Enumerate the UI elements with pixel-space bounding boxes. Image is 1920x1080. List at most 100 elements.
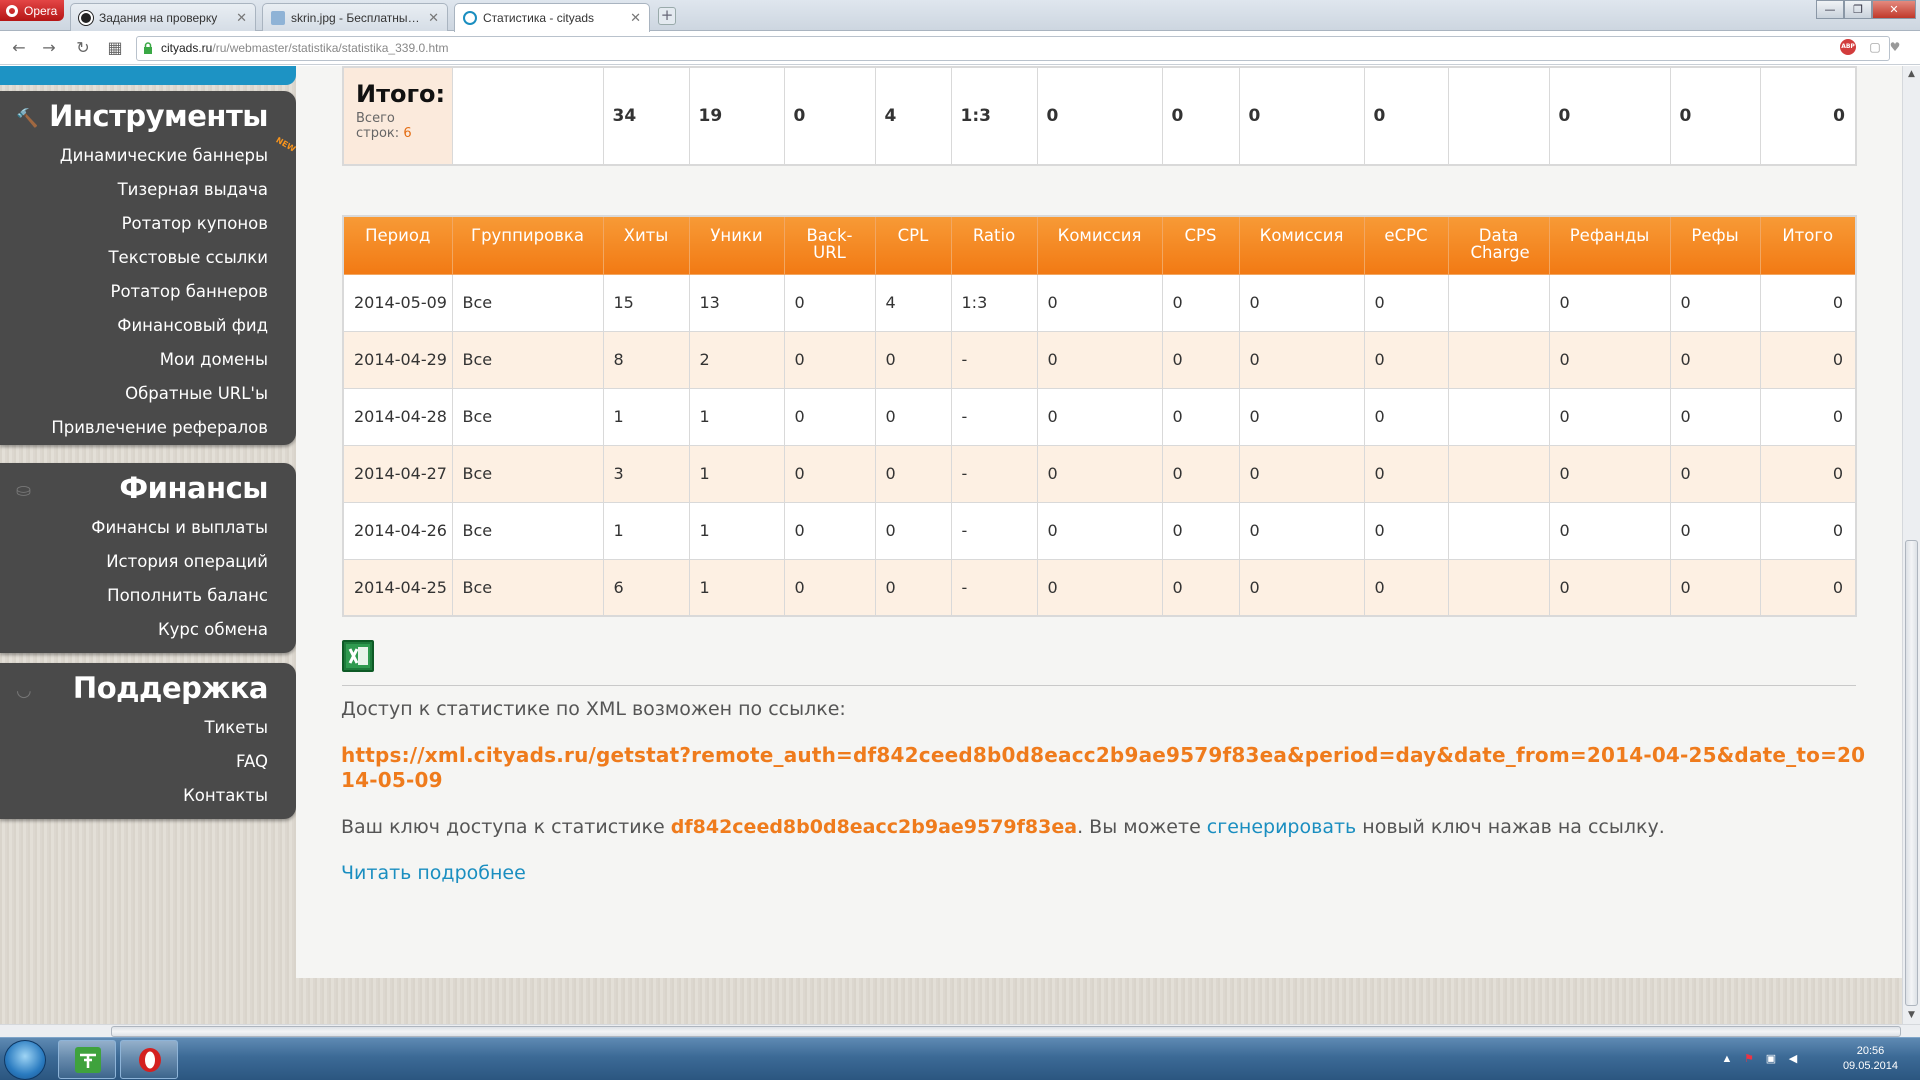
close-window-button[interactable]: ✕: [1872, 0, 1916, 19]
table-cell: 0: [783, 273, 876, 332]
volume-icon[interactable]: ◀: [1786, 1052, 1800, 1066]
reload-button[interactable]: ↻: [72, 38, 94, 60]
tab-skrin[interactable]: skrin.jpg - Бесплатный хо ✕: [262, 3, 448, 31]
horizontal-scroll-thumb[interactable]: [111, 1026, 1901, 1037]
rows-label: Всего: [356, 111, 395, 126]
column-header[interactable]: CPL: [874, 215, 952, 275]
read-more-link[interactable]: Читать подробнее: [341, 862, 526, 884]
new-tab-button[interactable]: +: [658, 7, 676, 25]
clock-date: 09.05.2014: [1842, 1060, 1898, 1072]
table-cell: 0: [1238, 387, 1365, 446]
tab-close-icon[interactable]: ✕: [630, 10, 641, 26]
table-cell: 0: [1759, 273, 1857, 332]
column-header[interactable]: Back-URL: [783, 215, 876, 275]
clock[interactable]: 20:56 09.05.2014: [1843, 1044, 1898, 1074]
sidebar-item-dynamic-banners[interactable]: Динамические баннеры NEW: [0, 135, 297, 173]
generate-key-link[interactable]: сгенерировать: [1207, 816, 1356, 838]
sidebar-item-label: Контакты: [183, 786, 268, 805]
sidebar-item-teaser[interactable]: Тизерная выдача: [0, 173, 296, 207]
column-header[interactable]: Комиссия: [1036, 215, 1163, 275]
statistics-table: Период Группировка Хиты Уники Back-URL C…: [342, 215, 1857, 617]
table-cell: 0: [1548, 501, 1671, 560]
period-cell: 2014-04-28: [342, 387, 453, 446]
bookmark-page-icon[interactable]: ▢: [1868, 40, 1882, 54]
sidebar-item-tickets[interactable]: Тикеты: [0, 711, 296, 745]
sidebar-item-finance-payouts[interactable]: Финансы и выплаты: [0, 511, 296, 545]
sidebar-item-referrals[interactable]: Привлечение рефералов: [0, 411, 296, 445]
excel-export-icon[interactable]: [342, 640, 374, 672]
sidebar-item-my-domains[interactable]: Мои домены: [0, 343, 296, 377]
statistics-table-body: 2014-05-09 Все 15 13 0 4 1:3 0 0 0 0 0 0 0 2014-04-29 В…: [342, 273, 1857, 617]
sidebar-item-coupon-rotator[interactable]: Ротатор купонов: [0, 207, 296, 241]
taskbar-app-opera[interactable]: [120, 1040, 178, 1079]
horizontal-scrollbar[interactable]: [0, 1024, 1920, 1037]
speed-dial-button[interactable]: ▦: [104, 38, 126, 60]
totals-cell: 0: [1759, 66, 1857, 166]
taskbar-app-ttc[interactable]: [58, 1040, 116, 1079]
table-cell: 0: [783, 387, 876, 446]
column-header[interactable]: Период: [342, 215, 453, 275]
sidebar-item-label: Ротатор баннеров: [110, 282, 269, 301]
vertical-scroll-thumb[interactable]: [1905, 540, 1918, 1006]
sidebar-item-banner-rotator[interactable]: Ротатор баннеров: [0, 275, 296, 309]
tab-statistika[interactable]: Статистика - cityads ✕: [454, 3, 650, 32]
table-cell: 0: [1548, 330, 1671, 389]
table-cell: Все: [451, 558, 604, 617]
column-header[interactable]: Хиты: [602, 215, 690, 275]
table-cell: 8: [602, 330, 690, 389]
column-header[interactable]: Итого: [1759, 215, 1857, 275]
table-cell: 3: [602, 444, 690, 503]
tab-tasks[interactable]: Задания на проверку ✕: [70, 3, 256, 31]
sidebar-item-exchange-rate[interactable]: Курс обмена: [0, 613, 296, 647]
windows-start-button[interactable]: [4, 1040, 46, 1080]
sidebar-item-finance-feed[interactable]: Финансовый фид: [0, 309, 296, 343]
maximize-button[interactable]: ❐: [1844, 0, 1872, 19]
table-cell: 1: [602, 501, 690, 560]
column-header[interactable]: Рефанды: [1548, 215, 1671, 275]
tab-close-icon[interactable]: ✕: [236, 10, 247, 26]
column-header[interactable]: Data Charge: [1447, 215, 1550, 275]
forward-button[interactable]: →: [38, 38, 60, 60]
totals-cell: 0: [1363, 66, 1449, 166]
heart-icon[interactable]: ♥: [1888, 40, 1902, 54]
column-header[interactable]: CPS: [1161, 215, 1240, 275]
xml-stat-link[interactable]: https://xml.cityads.ru/getstat?remote_au…: [341, 743, 1871, 793]
vertical-scrollbar[interactable]: ▲ ▼: [1902, 66, 1920, 1024]
tab-favicon-icon: [463, 11, 477, 25]
sidebar-item-label: Тикеты: [204, 718, 268, 737]
sidebar-item-contacts[interactable]: Контакты: [0, 779, 296, 813]
url-field[interactable]: cityads.ru/ru/webmaster/statistika/stati…: [136, 36, 1890, 61]
scroll-down-arrow-icon[interactable]: ▼: [1903, 1007, 1920, 1024]
opera-menu-button[interactable]: Opera: [0, 0, 64, 21]
sidebar-item-text-links[interactable]: Текстовые ссылки: [0, 241, 296, 275]
column-header[interactable]: eCPC: [1363, 215, 1449, 275]
period-cell: 2014-04-26: [342, 501, 453, 560]
sidebar-item-postback-urls[interactable]: Обратные URL'ы: [0, 377, 296, 411]
table-cell: Все: [451, 330, 604, 389]
sidebar-item-top-up[interactable]: Пополнить баланс: [0, 579, 296, 613]
column-header[interactable]: Комиссия: [1238, 215, 1365, 275]
column-header[interactable]: Рефы: [1669, 215, 1761, 275]
totals-cell: 0: [1238, 66, 1365, 166]
tab-title: skrin.jpg - Бесплатный хо: [291, 10, 423, 25]
sidebar-item-label: Привлечение рефералов: [51, 418, 268, 437]
totals-cell: 4: [874, 66, 952, 166]
minimize-button[interactable]: —: [1816, 0, 1844, 19]
scroll-up-arrow-icon[interactable]: ▲: [1903, 66, 1920, 83]
adblock-icon[interactable]: ABP: [1840, 39, 1856, 55]
totals-cell: 0: [1161, 66, 1240, 166]
column-header[interactable]: Ratio: [950, 215, 1038, 275]
column-header[interactable]: Группировка: [451, 215, 604, 275]
sidebar-item-operations-history[interactable]: История операций: [0, 545, 296, 579]
table-cell: 0: [1161, 330, 1240, 389]
sidebar-item-faq[interactable]: FAQ: [0, 745, 296, 779]
flag-icon[interactable]: ⚑: [1742, 1052, 1756, 1066]
table-cell: 0: [1759, 387, 1857, 446]
back-button[interactable]: ←: [8, 38, 30, 60]
column-header[interactable]: Уники: [688, 215, 785, 275]
sidebar-item-label: FAQ: [236, 752, 268, 771]
sidebar-item-label: Динамические баннеры: [59, 146, 268, 165]
show-hidden-icons-icon[interactable]: ▲: [1720, 1052, 1734, 1066]
tab-close-icon[interactable]: ✕: [428, 10, 439, 26]
network-icon[interactable]: ▣: [1764, 1052, 1778, 1066]
